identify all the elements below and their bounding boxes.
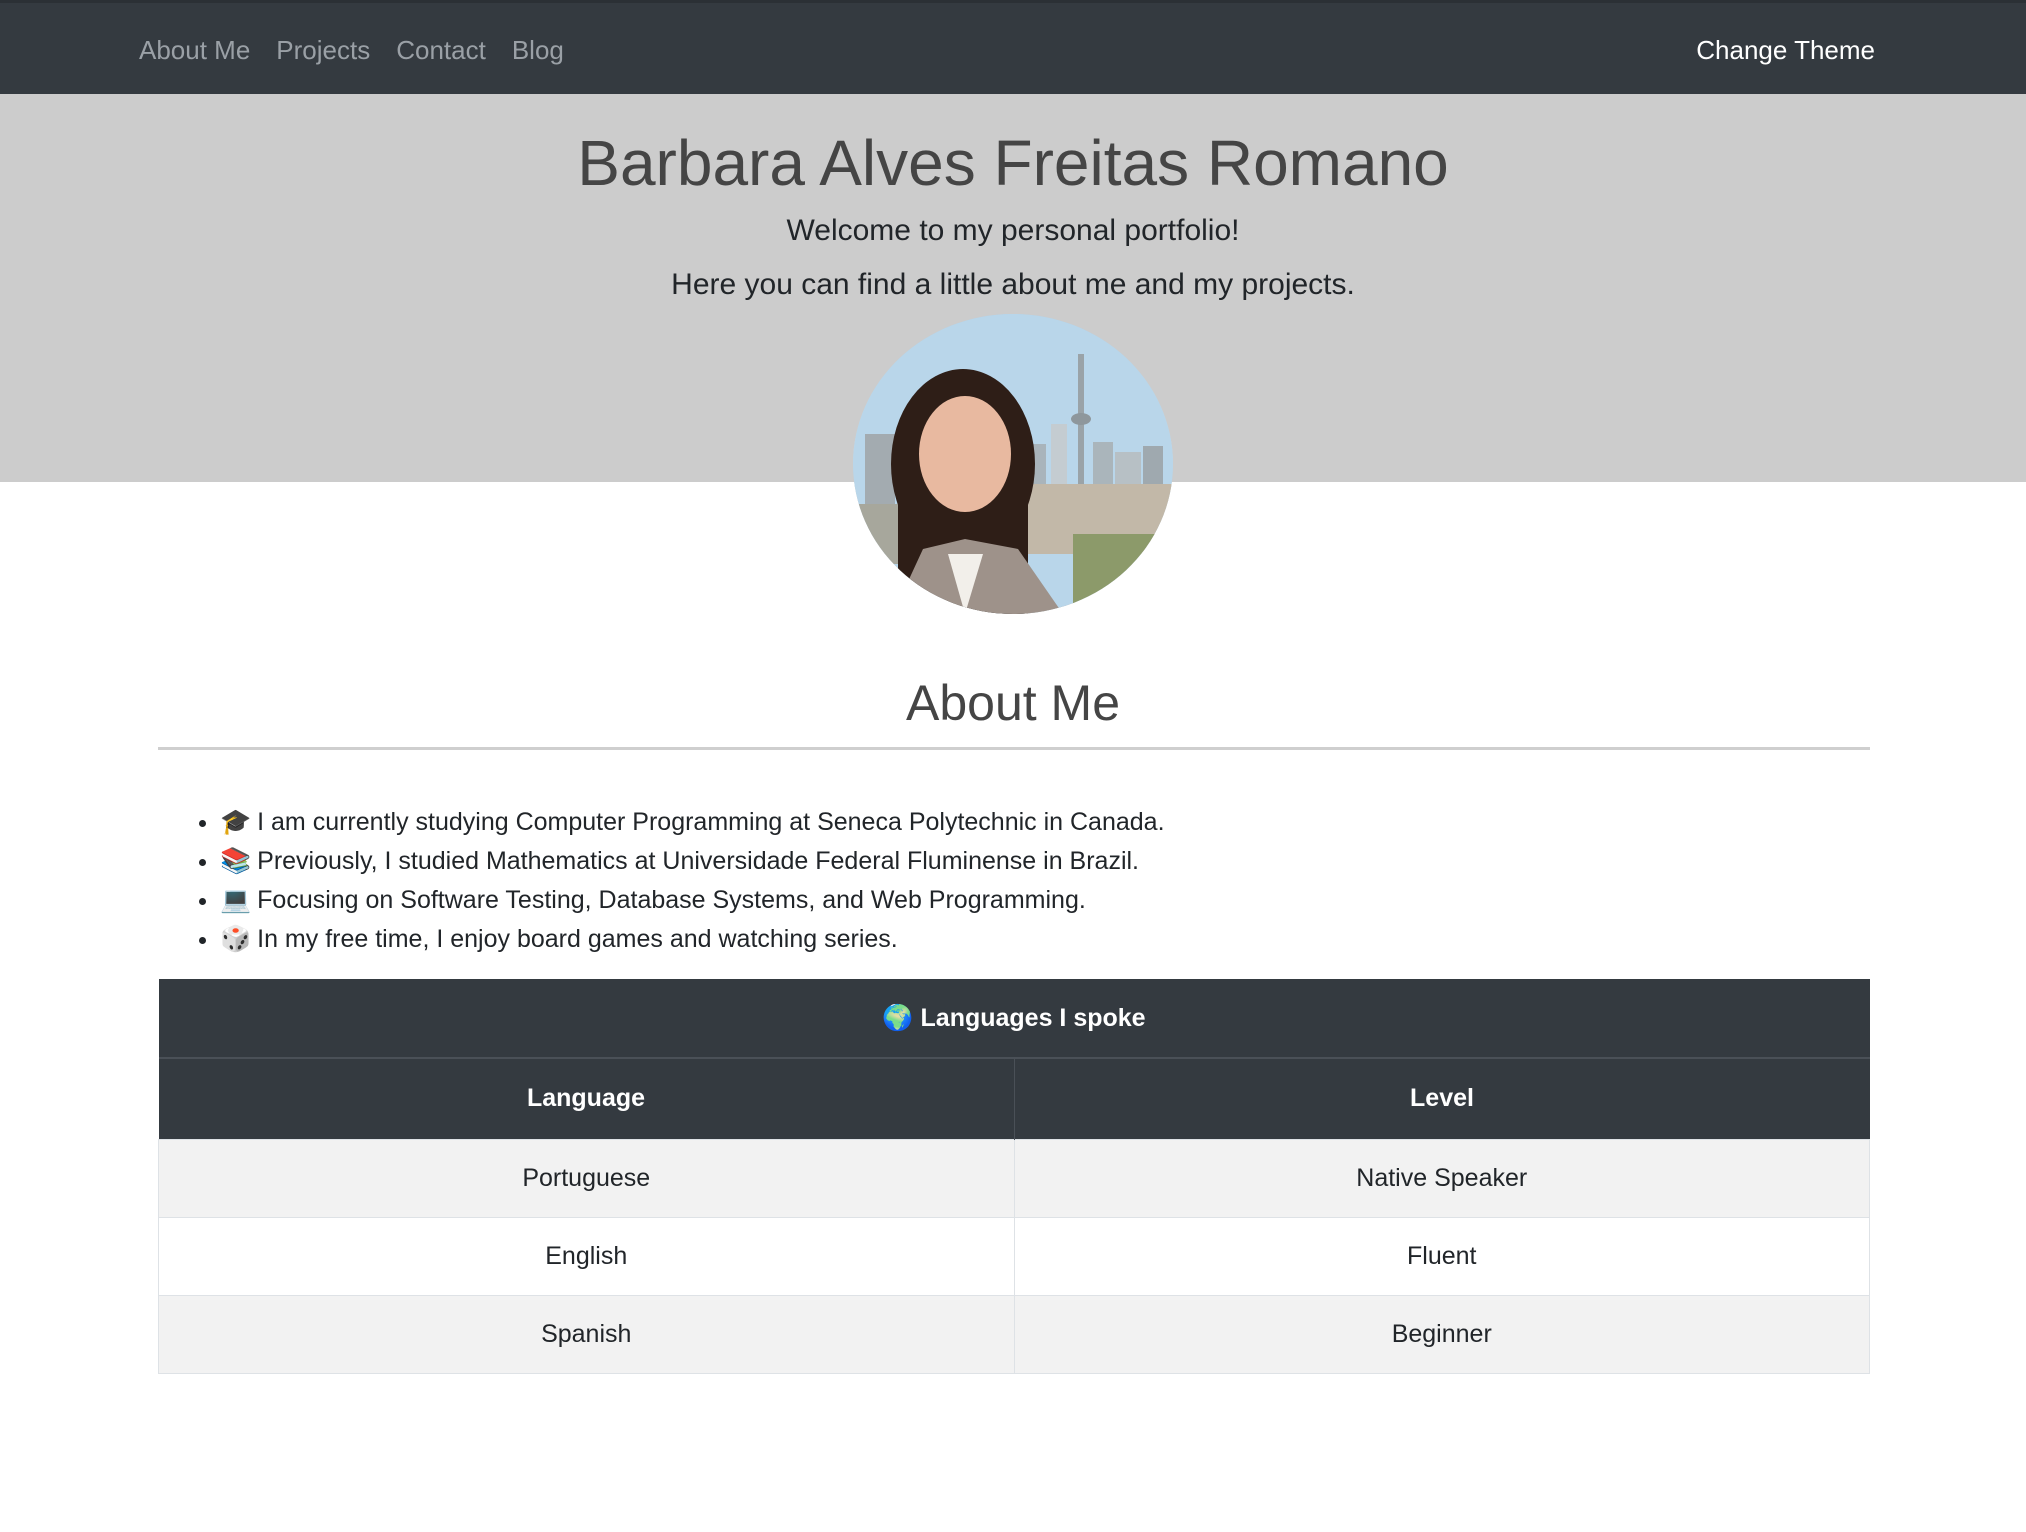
cell-level: Native Speaker xyxy=(1013,1138,1870,1218)
nav-link-about-me[interactable]: About Me xyxy=(139,35,250,66)
about-list: 🎓I am currently studying Computer Progra… xyxy=(220,803,1165,959)
list-item-text: Previously, I studied Mathematics at Uni… xyxy=(257,847,1140,875)
navbar: About Me Projects Contact Blog Change Th… xyxy=(0,0,2026,94)
languages-table: 🌍 Languages I spoke Language Level Portu… xyxy=(158,979,1870,1374)
list-item-text: In my free time, I enjoy board games and… xyxy=(257,925,898,953)
welcome-text: Welcome to my personal portfolio! xyxy=(786,214,1240,247)
nav-link-blog[interactable]: Blog xyxy=(512,35,564,66)
dice-icon: 🎲 xyxy=(220,925,252,953)
column-header-language: Language xyxy=(158,1058,1015,1139)
list-item: 📚Previously, I studied Mathematics at Un… xyxy=(220,842,1165,881)
profile-photo xyxy=(853,314,1173,614)
about-me-heading: About Me xyxy=(905,675,1120,731)
graduation-cap-icon: 🎓 xyxy=(220,808,252,836)
page-title: Barbara Alves Freitas Romano xyxy=(577,127,1449,199)
list-item: 💻Focusing on Software Testing, Database … xyxy=(220,881,1165,920)
nav-link-contact[interactable]: Contact xyxy=(396,35,486,66)
list-item-text: I am currently studying Computer Program… xyxy=(257,808,1165,836)
list-item: 🎓I am currently studying Computer Progra… xyxy=(220,803,1165,842)
table-caption-row: 🌍 Languages I spoke xyxy=(158,979,1870,1059)
table-caption-text: Languages I spoke xyxy=(920,1003,1146,1032)
globe-icon: 🌍 xyxy=(882,1003,914,1032)
cell-level: Fluent xyxy=(1013,1216,1870,1296)
table-row: English Fluent xyxy=(158,1216,1870,1296)
section-divider xyxy=(158,747,1870,750)
cell-language: Portuguese xyxy=(158,1138,1015,1218)
cell-level: Beginner xyxy=(1013,1294,1870,1374)
nav-links: About Me Projects Contact Blog xyxy=(139,3,564,97)
table-caption: 🌍 Languages I spoke xyxy=(158,979,1870,1059)
table-row: Portuguese Native Speaker xyxy=(158,1138,1870,1218)
table-header-row: Language Level xyxy=(158,1058,1870,1139)
tagline-text: Here you can find a little about me and … xyxy=(671,268,1355,301)
list-item: 🎲In my free time, I enjoy board games an… xyxy=(220,920,1165,959)
cell-language: English xyxy=(158,1216,1015,1296)
change-theme-button[interactable]: Change Theme xyxy=(1696,3,1875,97)
table-row: Spanish Beginner xyxy=(158,1294,1870,1374)
books-icon: 📚 xyxy=(220,847,252,875)
nav-link-projects[interactable]: Projects xyxy=(276,35,370,66)
cell-language: Spanish xyxy=(158,1294,1015,1374)
list-item-text: Focusing on Software Testing, Database S… xyxy=(257,886,1086,914)
column-header-level: Level xyxy=(1014,1058,1870,1139)
laptop-icon: 💻 xyxy=(220,886,252,914)
